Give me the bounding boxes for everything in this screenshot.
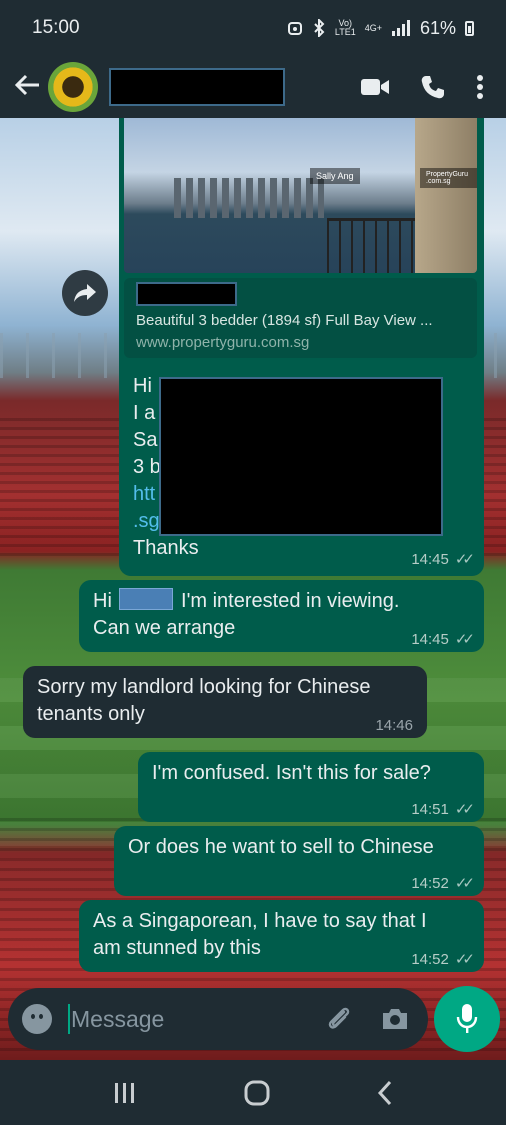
link-preview-image[interactable]: Sally Ang PropertyGuru .com.sg [124, 118, 477, 273]
message-bubble-outgoing[interactable]: As a Singaporean, I have to say that I a… [79, 900, 484, 972]
link-preview-title: Beautiful 3 bedder (1894 sf) Full Bay Vi… [136, 312, 433, 329]
status-icons: Vo) LTE1 4G+ 61% [287, 18, 474, 39]
status-bar: 15:00 Vo) LTE1 4G+ 61% [0, 0, 506, 56]
message-bubble-incoming[interactable]: Sorry my landlord looking for Chinese te… [23, 666, 427, 738]
message-input-bar[interactable]: Message [8, 988, 428, 1050]
message-input[interactable]: Message [71, 1006, 324, 1033]
chat-header [0, 56, 506, 118]
text-caret [68, 1004, 70, 1034]
message-time: 14:46 [375, 717, 413, 734]
recent-apps-icon[interactable] [112, 1081, 138, 1105]
attach-icon[interactable] [324, 1004, 354, 1034]
message-time: 14:45 [411, 550, 449, 568]
image-watermark-left: Sally Ang [310, 168, 360, 184]
image-watermark-right: PropertyGuru .com.sg [420, 168, 477, 188]
read-ticks-icon: ✓✓ [454, 551, 475, 568]
mic-icon [456, 1004, 478, 1033]
message-bubble-outgoing[interactable]: Or does he want to sell to Chinese 14:52… [114, 826, 484, 896]
message-time: 14:52 [411, 875, 449, 892]
status-time: 15:00 [32, 17, 80, 38]
message-bubble-outgoing[interactable]: I'm confused. Isn't this for sale? 14:51… [138, 752, 484, 822]
message-text: Hi I'm interested in viewing. Can we arr… [93, 588, 400, 639]
contact-name-redacted[interactable] [109, 68, 285, 106]
battery-icon [465, 20, 474, 36]
message-time: 14:51 [411, 801, 449, 818]
back-nav-icon[interactable] [376, 1079, 394, 1107]
video-call-icon[interactable] [360, 77, 390, 97]
read-ticks-icon: ✓✓ [454, 951, 475, 968]
link-preview-site: www.propertyguru.com.sg [136, 334, 310, 351]
mic-button[interactable] [434, 986, 500, 1052]
message-meta: 14:46 [375, 712, 413, 739]
phone-icon[interactable] [420, 74, 446, 100]
message-time: 14:45 [411, 631, 449, 648]
forward-button[interactable] [62, 270, 108, 316]
network-indicator: Vo) LTE1 [334, 18, 356, 37]
read-ticks-icon: ✓✓ [454, 801, 475, 818]
forward-icon [74, 284, 96, 302]
alarm-icon [287, 22, 302, 35]
read-ticks-icon: ✓✓ [454, 875, 475, 892]
message-time: 14:52 [411, 951, 449, 968]
message-text: Or does he want to sell to Chinese [128, 836, 434, 858]
camera-icon[interactable] [380, 1006, 410, 1032]
message-meta: 14:51 ✓✓ [411, 796, 475, 823]
message-text: Sorry my landlord looking for Chinese te… [37, 676, 371, 725]
message-meta: 14:45 ✓✓ [411, 550, 475, 569]
message-text: I'm confused. Isn't this for sale? [152, 762, 431, 784]
read-ticks-icon: ✓✓ [454, 631, 475, 648]
back-arrow-icon[interactable] [8, 71, 48, 103]
system-nav-bar [0, 1060, 506, 1125]
more-vert-icon[interactable] [476, 74, 484, 100]
message-meta: 14:52 ✓✓ [411, 870, 475, 897]
battery-percent: 61% [419, 17, 456, 38]
home-icon[interactable] [243, 1079, 271, 1107]
signal-type: 4G+ [364, 22, 382, 33]
contact-avatar[interactable] [48, 62, 98, 112]
message-bubble-outgoing[interactable]: Hi I'm interested in viewing. Can we arr… [79, 580, 484, 652]
link-preview-details[interactable]: Beautiful 3 bedder (1894 sf) Full Bay Vi… [124, 278, 477, 358]
signal-icon [391, 20, 410, 36]
bluetooth-icon [314, 19, 325, 37]
message-meta: 14:52 ✓✓ [411, 946, 475, 973]
redacted-box [119, 588, 174, 610]
link-preview-message[interactable]: Sally Ang PropertyGuru .com.sg Beautiful… [119, 118, 484, 576]
emoji-icon[interactable] [22, 1004, 52, 1034]
redacted-box [136, 282, 237, 306]
message-text: As a Singaporean, I have to say that I a… [93, 910, 427, 959]
redacted-box [159, 377, 443, 536]
message-meta: 14:45 ✓✓ [411, 626, 475, 653]
